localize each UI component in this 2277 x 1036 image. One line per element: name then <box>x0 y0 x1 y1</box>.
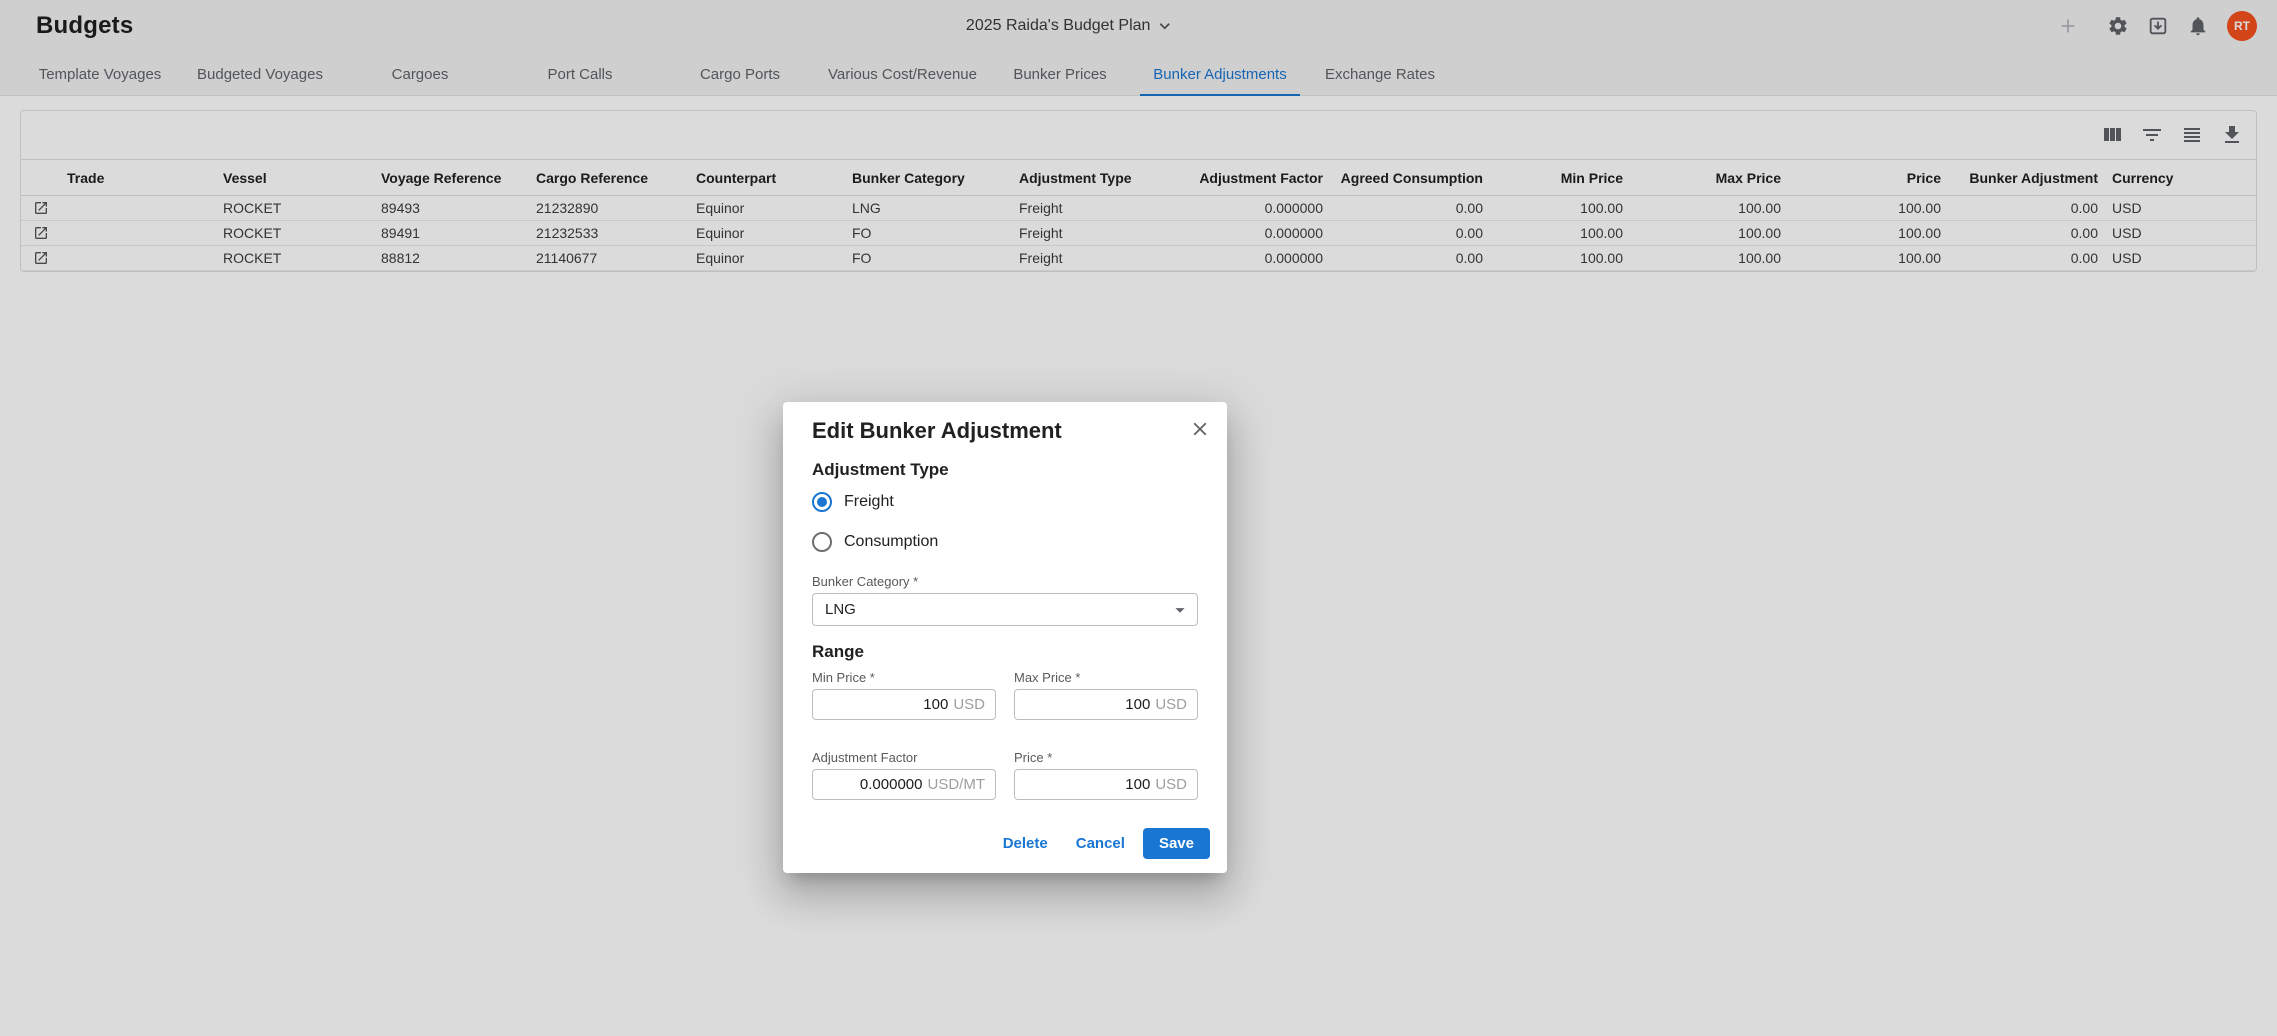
max-price-field-group: Max Price * 100 USD <box>1014 670 1198 720</box>
radio-checked-icon <box>812 492 832 512</box>
bunker-category-value: LNG <box>825 601 856 618</box>
adjustment-type-heading: Adjustment Type <box>812 460 1198 480</box>
bunker-category-select[interactable]: LNG <box>812 593 1198 626</box>
price-field-group: Price * 100 USD <box>1014 750 1198 800</box>
price-input[interactable]: 100 USD <box>1014 769 1198 800</box>
dropdown-arrow-icon <box>1169 599 1191 621</box>
max-price-input[interactable]: 100 USD <box>1014 689 1198 720</box>
radio-unchecked-icon <box>812 532 832 552</box>
adjustment-factor-value: 0.000000 <box>860 776 923 793</box>
save-button[interactable]: Save <box>1143 828 1210 859</box>
min-price-label: Min Price * <box>812 670 996 685</box>
price-label: Price * <box>1014 750 1198 765</box>
max-price-unit: USD <box>1155 696 1187 713</box>
min-price-field-group: Min Price * 100 USD <box>812 670 996 720</box>
range-fields: Min Price * 100 USD Max Price * 100 USD … <box>812 670 1198 800</box>
radio-option-consumption[interactable]: Consumption <box>812 522 1198 562</box>
min-price-unit: USD <box>953 696 985 713</box>
cancel-button[interactable]: Cancel <box>1066 829 1135 858</box>
adjustment-factor-input[interactable]: 0.000000 USD/MT <box>812 769 996 800</box>
max-price-value: 100 <box>1125 696 1150 713</box>
adjustment-type-radio-group: Freight Consumption <box>812 482 1198 562</box>
range-heading: Range <box>812 642 1198 662</box>
radio-option-freight[interactable]: Freight <box>812 482 1198 522</box>
edit-bunker-adjustment-dialog: Edit Bunker Adjustment Adjustment Type F… <box>783 402 1227 873</box>
adjustment-factor-label: Adjustment Factor <box>812 750 996 765</box>
price-unit: USD <box>1155 776 1187 793</box>
min-price-input[interactable]: 100 USD <box>812 689 996 720</box>
max-price-label: Max Price * <box>1014 670 1198 685</box>
dialog-actions: Delete Cancel Save <box>812 828 1210 859</box>
adjustment-factor-field-group: Adjustment Factor 0.000000 USD/MT <box>812 750 996 800</box>
bunker-category-label: Bunker Category * <box>812 574 1198 589</box>
price-value: 100 <box>1125 776 1150 793</box>
min-price-value: 100 <box>923 696 948 713</box>
dialog-title: Edit Bunker Adjustment <box>812 418 1198 444</box>
radio-label: Consumption <box>844 533 938 551</box>
close-icon[interactable] <box>1187 416 1213 442</box>
delete-button[interactable]: Delete <box>993 829 1058 858</box>
adjustment-factor-unit: USD/MT <box>928 776 986 793</box>
radio-label: Freight <box>844 493 894 511</box>
